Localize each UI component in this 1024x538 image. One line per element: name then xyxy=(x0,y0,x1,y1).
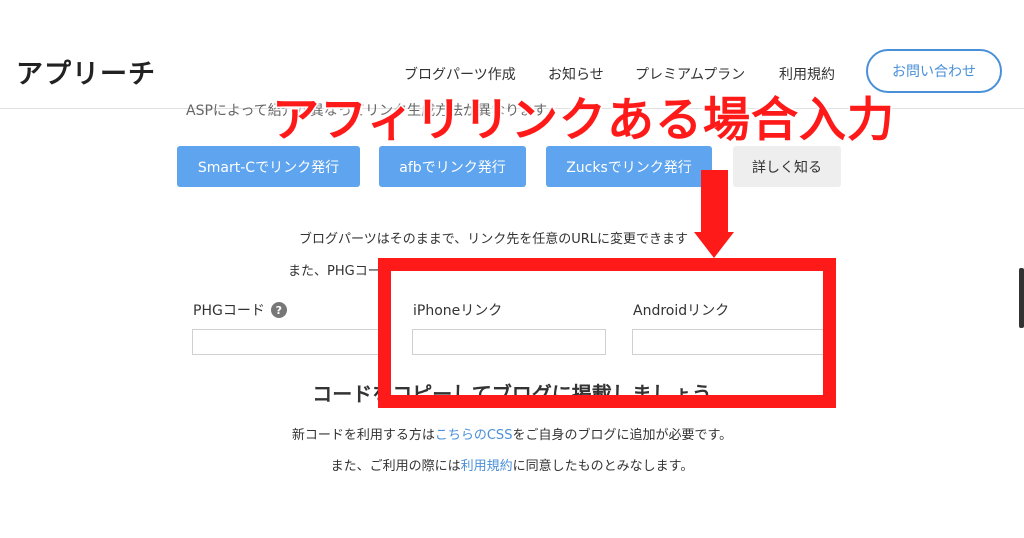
smartc-link-button[interactable]: Smart-Cでリンク発行 xyxy=(177,146,360,187)
zucks-link-button[interactable]: Zucksでリンク発行 xyxy=(546,146,712,187)
scrollbar-thumb[interactable] xyxy=(1019,268,1024,328)
annotation-banner: アフィリリンクある場合入力 xyxy=(270,91,896,149)
terms-link[interactable]: 利用規約 xyxy=(461,459,513,474)
help-icon[interactable]: ? xyxy=(270,302,287,318)
terms-notice-post: に同意したものとみなします。 xyxy=(512,459,694,474)
afb-link-button[interactable]: afbでリンク発行 xyxy=(379,146,526,187)
annotation-arrow-head xyxy=(694,232,734,258)
details-button[interactable]: 詳しく知る xyxy=(733,146,841,187)
css-notice-post: をご自身のブログに追加が必要です。 xyxy=(512,428,733,443)
annotation-highlight-box xyxy=(378,258,836,408)
phg-code-input[interactable] xyxy=(192,329,382,355)
css-notice-pre: 新コードを利用する方は xyxy=(291,428,435,443)
phg-code-label-text: PHGコード xyxy=(193,303,265,319)
terms-notice-pre: また、ご利用の際には xyxy=(330,459,461,474)
info-line-1: ブログパーツはそのままで、リンク先を任意のURLに変更できます xyxy=(299,232,689,247)
css-link[interactable]: こちらのCSS xyxy=(435,428,513,443)
annotation-arrow-shaft xyxy=(701,170,728,234)
css-notice: 新コードを利用する方はこちらのCSSをご自身のブログに追加が必要です。 xyxy=(0,424,1024,443)
site-logo[interactable]: アプリーチ xyxy=(16,52,156,91)
terms-notice: また、ご利用の際には利用規約に同意したものとみなします。 xyxy=(0,455,1024,474)
phg-code-label: PHGコード ? xyxy=(193,300,287,320)
info-line-2: また、PHGコー xyxy=(288,264,381,279)
